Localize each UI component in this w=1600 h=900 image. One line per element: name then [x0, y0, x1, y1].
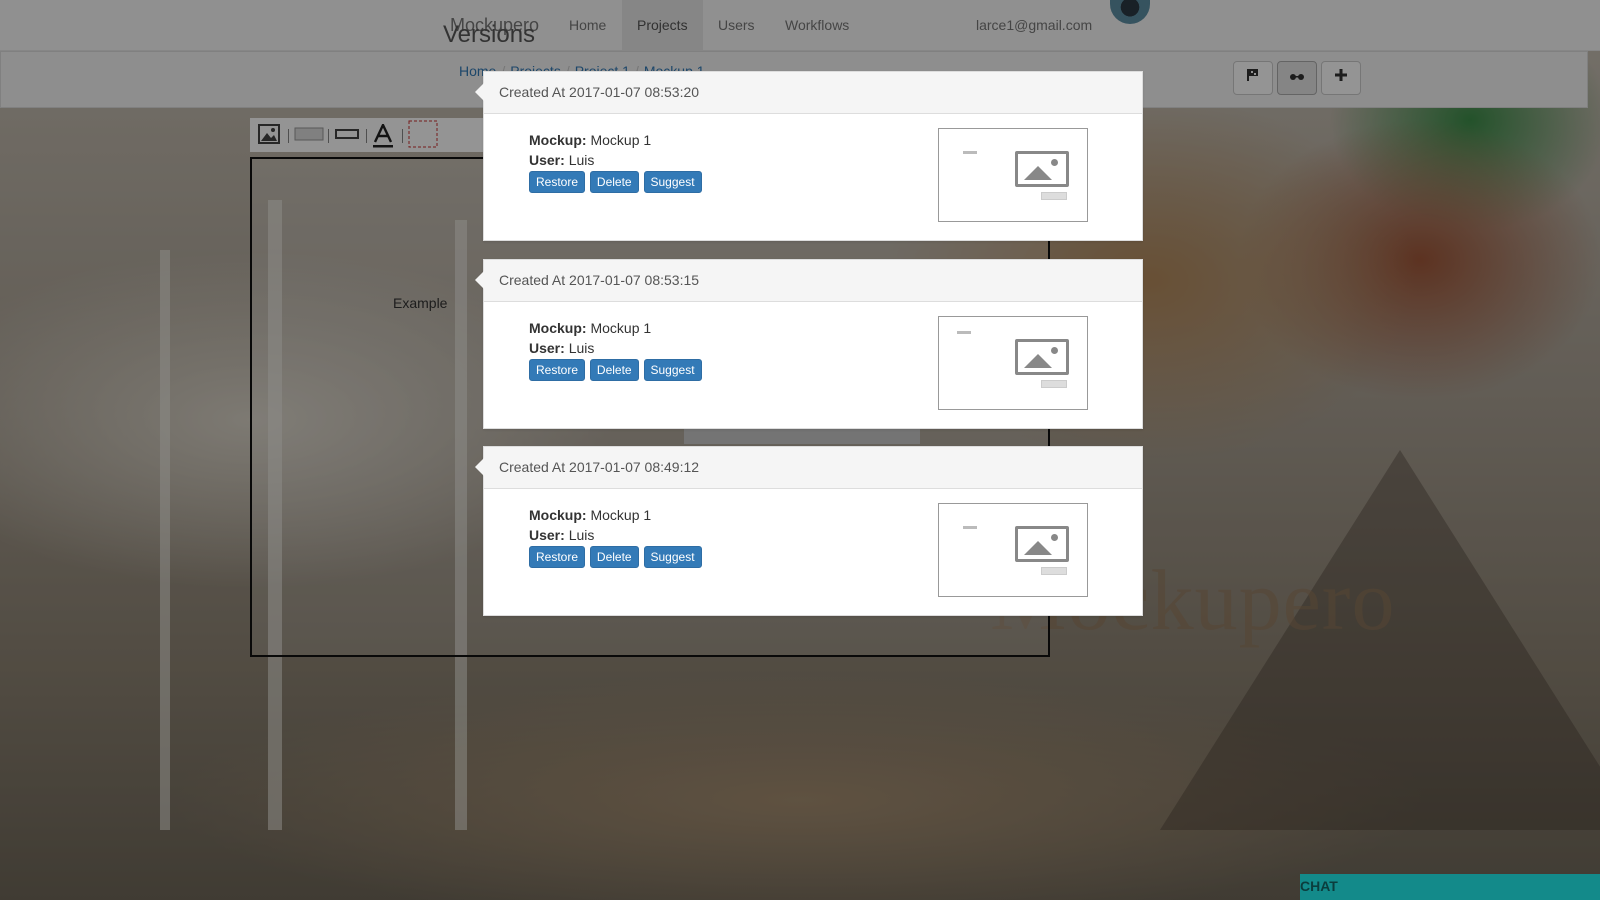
version-mockup: Mockup: Mockup 1 — [529, 507, 652, 523]
version-actions: Restore Delete Suggest — [529, 359, 703, 381]
suggest-button[interactable]: Suggest — [643, 171, 702, 193]
version-user: User: Luis — [529, 340, 595, 356]
thumbnail-text — [963, 151, 977, 154]
version-info: Mockup: Mockup 1 User: Luis — [529, 130, 651, 170]
suggest-button[interactable]: Suggest — [643, 359, 702, 381]
thumbnail-button — [1041, 192, 1067, 200]
version-created-at: Created At 2017-01-07 08:53:20 — [484, 72, 1142, 114]
thumbnail-text — [957, 331, 971, 334]
image-placeholder-icon — [1015, 151, 1069, 187]
version-body: Mockup: Mockup 1 User: Luis Restore Dele… — [484, 302, 1142, 428]
delete-button[interactable]: Delete — [589, 359, 639, 381]
thumbnail-text — [963, 526, 977, 529]
version-thumbnail[interactable] — [938, 128, 1088, 222]
thumbnail-button — [1041, 567, 1067, 575]
restore-button[interactable]: Restore — [529, 546, 586, 568]
image-placeholder-icon — [1015, 339, 1069, 375]
restore-button[interactable]: Restore — [529, 359, 586, 381]
version-created-at: Created At 2017-01-07 08:49:12 — [484, 447, 1142, 489]
version-info: Mockup: Mockup 1 User: Luis — [529, 505, 651, 545]
version-info: Mockup: Mockup 1 User: Luis — [529, 318, 651, 358]
thumbnail-button — [1041, 380, 1067, 388]
version-mockup: Mockup: Mockup 1 — [529, 320, 652, 336]
delete-button[interactable]: Delete — [589, 171, 639, 193]
version-card: Created At 2017-01-07 08:53:20 Mockup: M… — [475, 71, 1143, 241]
version-user: User: Luis — [529, 527, 595, 543]
version-created-at: Created At 2017-01-07 08:53:15 — [484, 260, 1142, 302]
image-placeholder-icon — [1015, 526, 1069, 562]
version-card: Created At 2017-01-07 08:53:15 Mockup: M… — [475, 259, 1143, 429]
version-user: User: Luis — [529, 152, 595, 168]
restore-button[interactable]: Restore — [529, 171, 586, 193]
version-card: Created At 2017-01-07 08:49:12 Mockup: M… — [475, 446, 1143, 616]
version-thumbnail[interactable] — [938, 316, 1088, 410]
chat-bar[interactable]: CHAT — [1300, 874, 1600, 900]
version-actions: Restore Delete Suggest — [529, 171, 703, 193]
version-thumbnail[interactable] — [938, 503, 1088, 597]
suggest-button[interactable]: Suggest — [643, 546, 702, 568]
version-body: Mockup: Mockup 1 User: Luis Restore Dele… — [484, 489, 1142, 615]
delete-button[interactable]: Delete — [589, 546, 639, 568]
version-body: Mockup: Mockup 1 User: Luis Restore Dele… — [484, 114, 1142, 240]
version-mockup: Mockup: Mockup 1 — [529, 132, 652, 148]
version-actions: Restore Delete Suggest — [529, 546, 703, 568]
modal-title: Versions — [443, 21, 536, 48]
